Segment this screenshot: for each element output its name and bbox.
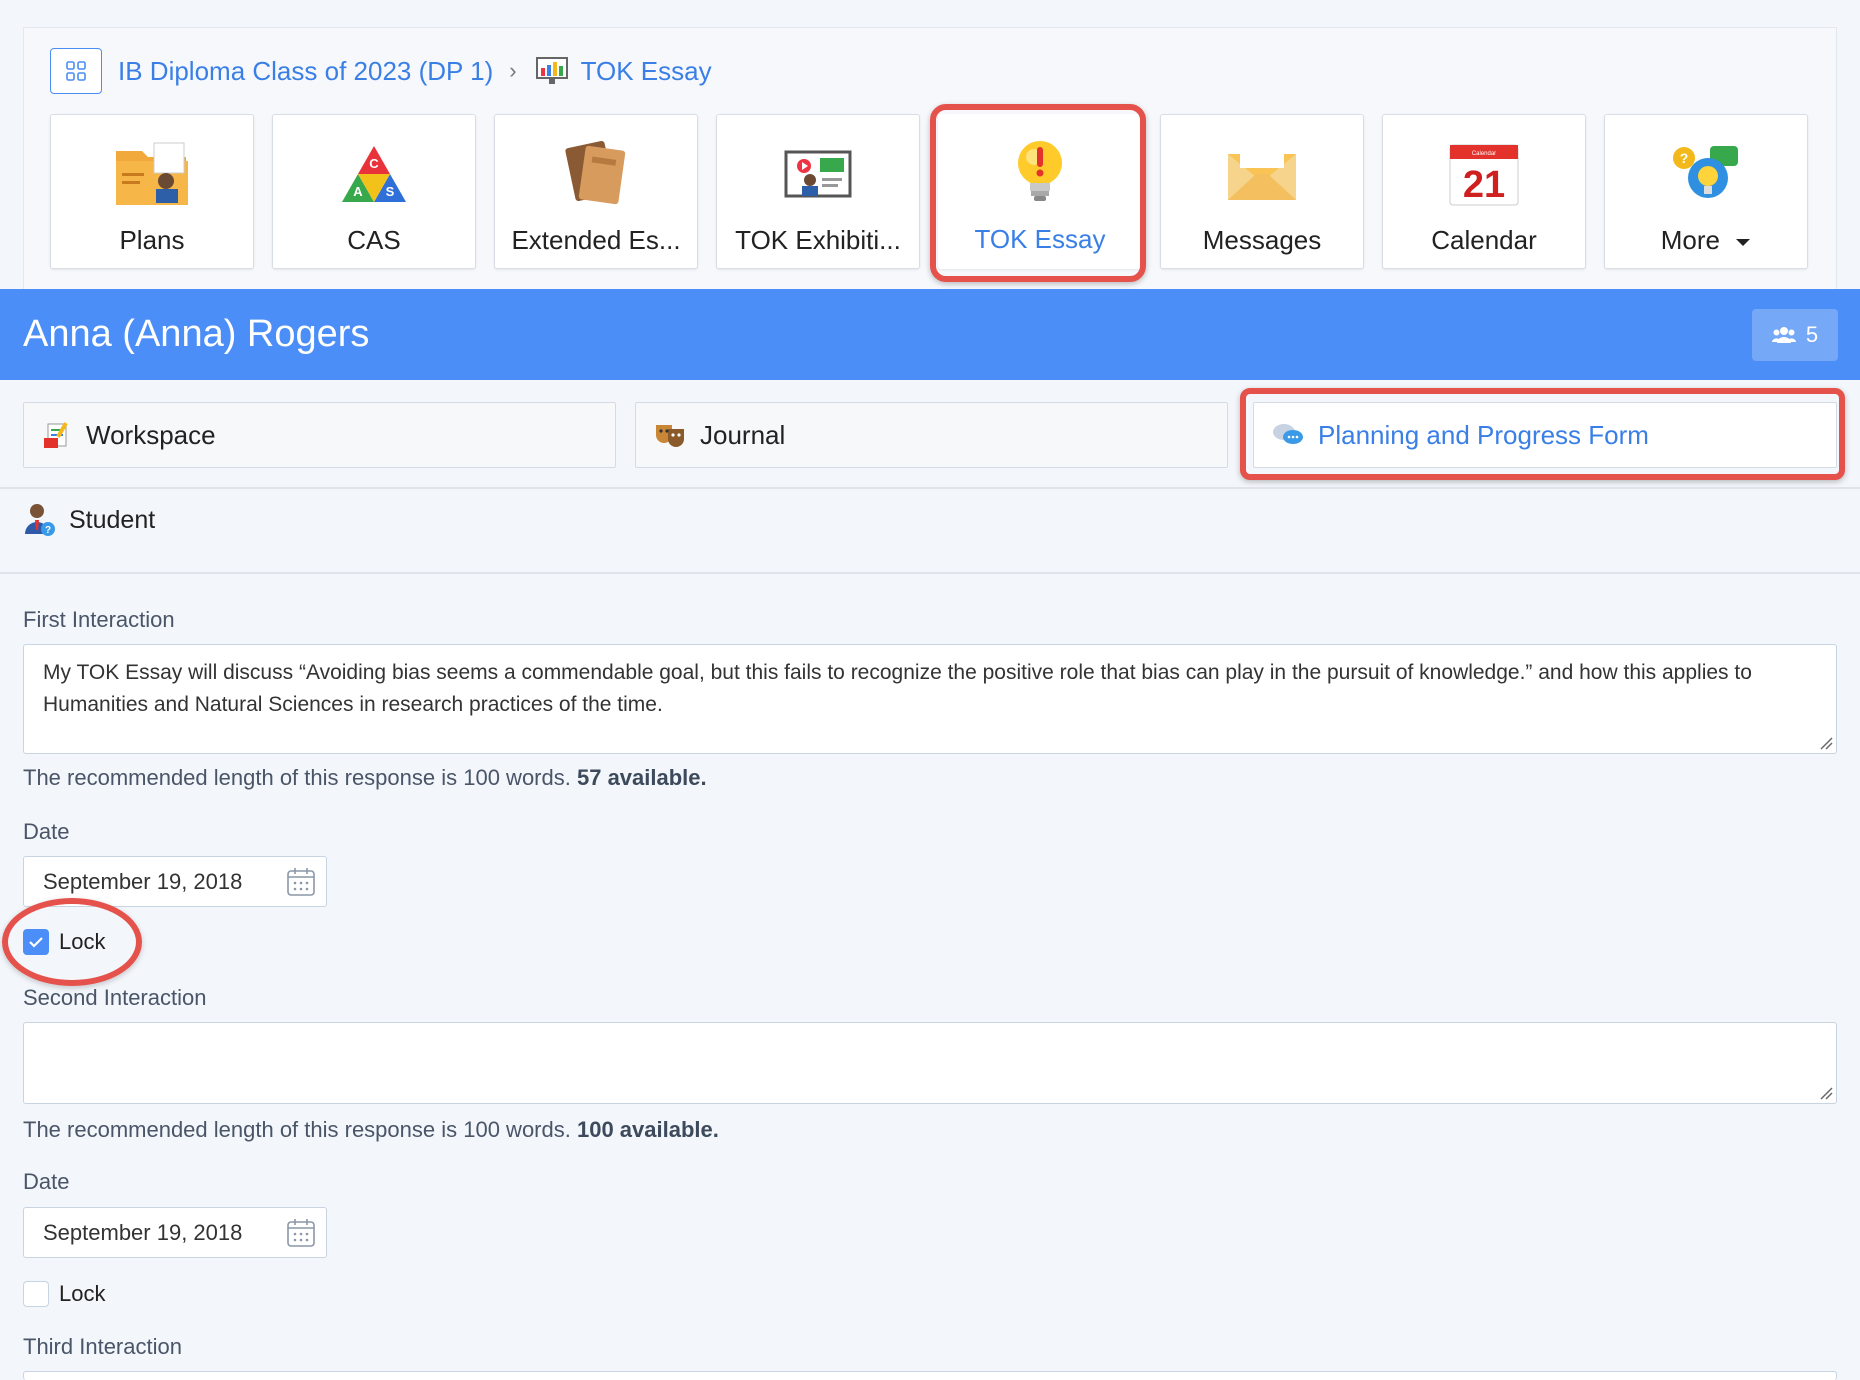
tile-more[interactable]: ? More — [1604, 114, 1808, 269]
words-available: 57 available. — [576, 765, 707, 790]
student-avatar-icon: ? — [23, 502, 57, 538]
tab-journal[interactable]: Journal — [635, 402, 1228, 468]
tile-tok-exhibition[interactable]: TOK Exhibiti... — [716, 114, 920, 269]
workspace-icon — [42, 420, 72, 450]
role-indicator: ? Student — [23, 502, 155, 538]
tab-workspace-label: Workspace — [86, 419, 216, 450]
tok-exhibition-icon — [782, 137, 854, 211]
second-date-label: Date — [23, 1169, 70, 1194]
second-date-value: September 19, 2018 — [43, 1219, 243, 1245]
first-interaction-help: The recommended length of this response … — [23, 765, 707, 791]
tab-journal-label: Journal — [700, 419, 786, 450]
role-label: Student — [69, 505, 156, 534]
tok-exhibition-small-icon — [535, 56, 569, 86]
tile-tok-essay[interactable]: TOK Essay — [938, 114, 1142, 269]
breadcrumb-chevron-icon: › — [509, 58, 517, 83]
resize-handle-icon[interactable] — [1819, 1086, 1833, 1100]
tile-label: CAS — [347, 225, 401, 255]
tile-label: Plans — [119, 225, 185, 255]
tile-label: TOK Essay — [974, 224, 1106, 254]
envelope-icon — [1226, 137, 1298, 211]
group-count: 5 — [1805, 322, 1819, 347]
app-grid-button[interactable] — [50, 48, 102, 94]
speech-bubbles-icon — [1272, 422, 1304, 448]
calendar-caption: Calendar — [1472, 151, 1496, 157]
divider — [0, 487, 1860, 489]
second-lock-row: Lock — [23, 1281, 105, 1307]
cas-triangle-icon: C A S — [338, 137, 410, 211]
folder-plans-icon — [114, 137, 190, 211]
calendar-picker-icon[interactable] — [286, 867, 316, 897]
first-date-value: September 19, 2018 — [43, 868, 243, 894]
second-date-input[interactable]: September 19, 2018 — [23, 1207, 327, 1258]
lightbulb-icon — [1012, 136, 1068, 210]
calendar-icon: Calendar 21 — [1448, 137, 1520, 211]
calendar-day: 21 — [1463, 164, 1505, 206]
tile-calendar[interactable]: Calendar 21 Calendar — [1382, 114, 1586, 269]
users-icon — [1771, 327, 1796, 343]
first-interaction-label: First Interaction — [23, 607, 175, 632]
more-lightbulb-icon: ? — [1670, 137, 1742, 211]
tile-messages[interactable]: Messages — [1160, 114, 1364, 269]
second-lock-label: Lock — [59, 1281, 106, 1306]
second-interaction-textarea[interactable] — [23, 1022, 1837, 1104]
grid-icon — [66, 61, 86, 81]
third-interaction-textarea[interactable] — [23, 1371, 1837, 1380]
cas-letter-s: S — [386, 184, 395, 199]
tile-extended-essay[interactable]: Extended Es... — [494, 114, 698, 269]
group-members-button[interactable]: 5 — [1752, 309, 1838, 361]
third-interaction-label: Third Interaction — [23, 1334, 182, 1359]
divider — [0, 572, 1860, 574]
student-header: Anna (Anna) Rogers 5 — [0, 289, 1860, 380]
extended-essay-book-icon — [560, 137, 632, 211]
module-tiles: Plans C A S CAS Extended Es... TOK Exhib… — [50, 114, 1826, 269]
tab-planning-label: Planning and Progress Form — [1318, 419, 1649, 450]
first-date-label: Date — [23, 819, 70, 844]
student-subtabs: Workspace Journal Planning and Progress … — [23, 402, 1837, 468]
lock-highlight — [2, 898, 142, 986]
tile-plans[interactable]: Plans — [50, 114, 254, 269]
help-prefix: The recommended length of this response … — [23, 1117, 571, 1142]
second-interaction-label: Second Interaction — [23, 985, 207, 1010]
tile-label: Messages — [1202, 225, 1322, 255]
breadcrumb: IB Diploma Class of 2023 (DP 1) › TOK Es… — [50, 48, 712, 94]
tab-workspace[interactable]: Workspace — [23, 402, 616, 468]
resize-handle-icon[interactable] — [1819, 736, 1833, 750]
calendar-picker-icon[interactable] — [286, 1218, 316, 1248]
tile-label: Extended Es... — [511, 225, 681, 255]
breadcrumb-current[interactable]: TOK Essay — [581, 56, 712, 87]
breadcrumb-class-link[interactable]: IB Diploma Class of 2023 (DP 1) — [118, 56, 493, 87]
help-prefix: The recommended length of this response … — [23, 765, 571, 790]
caret-down-icon — [1736, 239, 1751, 247]
tile-label: TOK Exhibiti... — [735, 225, 901, 255]
tile-label: Calendar — [1431, 225, 1537, 255]
first-interaction-textarea[interactable]: My TOK Essay will discuss “Avoiding bias… — [23, 644, 1837, 754]
cas-letter-c: C — [369, 156, 379, 171]
first-interaction-text: My TOK Essay will discuss “Avoiding bias… — [43, 661, 1752, 716]
tile-label: More — [1661, 225, 1751, 256]
second-lock-checkbox[interactable] — [23, 1281, 49, 1307]
tile-cas[interactable]: C A S CAS — [272, 114, 476, 269]
second-interaction-help: The recommended length of this response … — [23, 1117, 719, 1143]
words-available: 100 available. — [576, 1117, 719, 1142]
cas-letter-a: A — [353, 184, 363, 199]
more-label: More — [1660, 225, 1720, 255]
student-name: Anna (Anna) Rogers — [23, 313, 370, 355]
tab-planning-progress-form[interactable]: Planning and Progress Form — [1253, 402, 1837, 468]
journal-masks-icon — [654, 421, 686, 449]
svg-text:?: ? — [45, 525, 51, 536]
svg-text:?: ? — [1680, 150, 1689, 166]
